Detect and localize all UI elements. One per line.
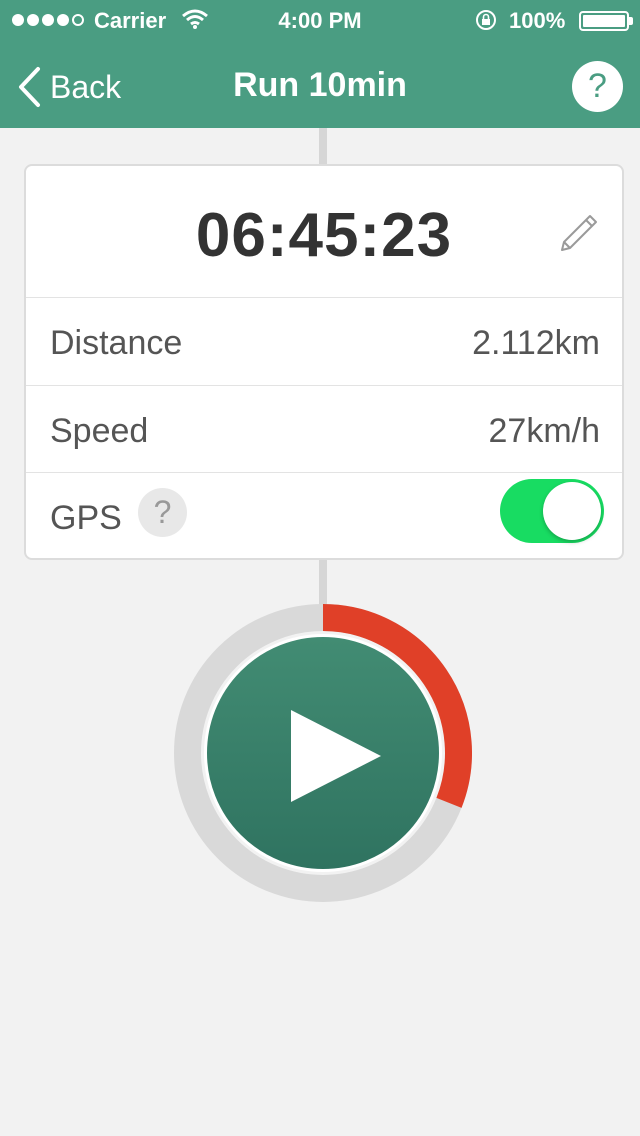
page-title: Run 10min (233, 66, 407, 104)
distance-value: 2.112km (472, 324, 600, 362)
distance-label: Distance (50, 324, 183, 362)
gps-label: GPS (50, 499, 122, 537)
rotation-lock-icon (474, 9, 498, 37)
status-bar: Carrier 4:00 PM 100% (0, 0, 640, 40)
navigation-bar: Carrier 4:00 PM 100% Back Run 10min ? (0, 0, 640, 128)
play-icon (291, 710, 381, 807)
pencil-icon[interactable] (556, 212, 600, 261)
battery-percentage: 100% (509, 8, 566, 33)
timeline-connector-bottom (319, 560, 327, 610)
toggle-knob (543, 482, 601, 540)
timer-row: 06:45:23 (26, 166, 622, 298)
play-button[interactable] (204, 634, 442, 872)
run-stats-card: 06:45:23 Distance 2.112km Speed 27km/h G… (24, 164, 624, 560)
speed-row: Speed 27km/h (26, 386, 622, 473)
elapsed-timer: 06:45:23 (195, 201, 453, 270)
gps-toggle[interactable] (500, 479, 604, 543)
speed-label: Speed (50, 412, 149, 450)
help-button[interactable]: ? (572, 61, 623, 112)
battery-icon (579, 11, 629, 31)
timeline-connector-top (319, 128, 327, 164)
gps-row: GPS ? (26, 473, 622, 560)
gps-help-button[interactable]: ? (138, 488, 187, 537)
speed-value: 27km/h (488, 412, 601, 450)
distance-row: Distance 2.112km (26, 298, 622, 386)
